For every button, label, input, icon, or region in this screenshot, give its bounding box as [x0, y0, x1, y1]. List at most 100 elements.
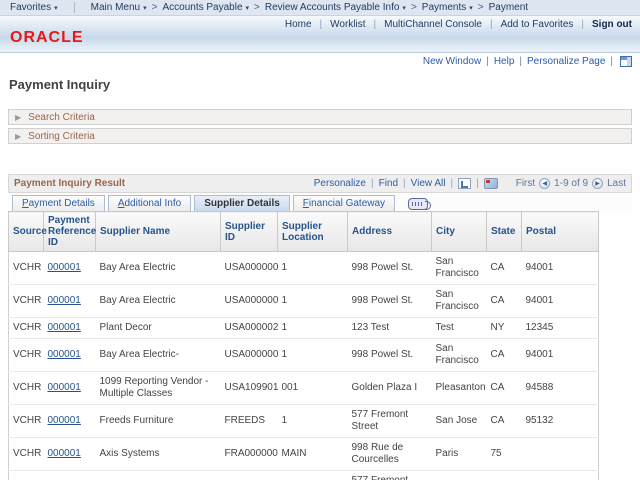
view-all-link[interactable]: View All: [411, 178, 446, 189]
payment-reference-link[interactable]: 000001: [48, 295, 81, 306]
cell-supplier-id: USA0000001: [221, 285, 278, 318]
favorites-menu[interactable]: Favorites▾: [10, 2, 58, 13]
chevron-down-icon: ▾: [143, 5, 147, 12]
result-tabs: Payment Details Additional Info Supplier…: [8, 193, 632, 211]
breadcrumb-item[interactable]: Accounts Payable▾: [162, 2, 249, 13]
link-separator: |: [451, 178, 454, 189]
tab-supplier-details[interactable]: Supplier Details: [194, 195, 290, 211]
find-link[interactable]: Find: [379, 178, 398, 189]
table-row: VCHR000001Bay Area ElectricUSA0000001199…: [9, 252, 599, 285]
download-to-excel-icon[interactable]: [484, 178, 498, 189]
portal-link[interactable]: Home: [285, 19, 312, 30]
column-header[interactable]: Payment Reference ID: [44, 212, 96, 252]
help-link[interactable]: Help: [494, 56, 515, 67]
pagination-last-label[interactable]: Last: [607, 178, 626, 189]
search-criteria-section[interactable]: ▶ Search Criteria: [8, 109, 632, 125]
cell-supplier-name: Bay Area Electric-: [96, 339, 221, 372]
cell-city: San Francisco: [432, 339, 487, 372]
chevron-down-icon: ▾: [54, 5, 58, 12]
page-grid-icon[interactable]: [620, 56, 632, 67]
breadcrumb-item[interactable]: Review Accounts Payable Info▾: [265, 2, 406, 13]
cell-address: 123 Test: [348, 318, 432, 339]
payment-reference-link[interactable]: 000001: [48, 262, 81, 273]
table-row: VCHR000001Bay Area ElectricUSA0000001199…: [9, 285, 599, 318]
sign-out-link[interactable]: Sign out: [592, 19, 632, 30]
cell-address: Golden Plaza I: [348, 372, 432, 405]
cell-city: San Jose: [432, 405, 487, 438]
cell-supplier-location: 1: [278, 405, 348, 438]
sorting-criteria-section[interactable]: ▶ Sorting Criteria: [8, 128, 632, 144]
breadcrumb-separator: >: [478, 2, 484, 13]
personalize-link[interactable]: Personalize: [314, 178, 366, 189]
previous-page-icon[interactable]: ◀: [539, 178, 550, 189]
cell-city: San Francisco: [432, 285, 487, 318]
next-page-icon[interactable]: ▶: [592, 178, 603, 189]
breadcrumb-item[interactable]: Payments▾: [422, 2, 473, 13]
cell-postal: [522, 438, 599, 471]
payment-reference-link[interactable]: 000001: [48, 322, 81, 333]
link-separator: |: [581, 19, 584, 30]
cell-supplier-location: 1: [278, 318, 348, 339]
cell-supplier-location: 001: [278, 372, 348, 405]
tab-payment-details[interactable]: Payment Details: [12, 195, 105, 211]
link-separator: |: [371, 178, 374, 189]
result-header-bar: Payment Inquiry Result Personalize | Fin…: [8, 174, 632, 193]
page-title: Payment Inquiry: [9, 77, 640, 92]
cell-source: VCHR: [9, 405, 44, 438]
cell-supplier-id: FRA0000001: [221, 438, 278, 471]
cell-address: 998 Powel St.: [348, 252, 432, 285]
breadcrumb-separator: >: [152, 2, 158, 13]
cell-supplier-name: Bay Area Electric: [96, 285, 221, 318]
cell-address: 998 Powel St.: [348, 339, 432, 372]
breadcrumb-item[interactable]: Main Menu▾: [91, 2, 147, 13]
payment-reference-link[interactable]: 000001: [48, 448, 81, 459]
cell-source: VCHR: [9, 252, 44, 285]
payment-reference-link[interactable]: 000001: [48, 349, 81, 360]
column-header[interactable]: City: [432, 212, 487, 252]
portal-link[interactable]: Add to Favorites: [501, 19, 574, 30]
column-header[interactable]: Supplier Name: [96, 212, 221, 252]
cell-source: VCHR: [9, 339, 44, 372]
column-header[interactable]: State: [487, 212, 522, 252]
table-body: VCHR000001Bay Area ElectricUSA0000001199…: [9, 252, 599, 480]
breadcrumb-item[interactable]: Payment: [489, 2, 528, 13]
pagination-first-label[interactable]: First: [516, 178, 535, 189]
column-header[interactable]: Supplier Location: [278, 212, 348, 252]
column-header[interactable]: Postal: [522, 212, 599, 252]
cell-state: CA: [487, 405, 522, 438]
cell-supplier-location: MAIN: [278, 438, 348, 471]
personalize-page-link[interactable]: Personalize Page: [527, 56, 605, 67]
cell-city: San Francisco: [432, 252, 487, 285]
portal-link[interactable]: MultiChannel Console: [384, 19, 482, 30]
column-header[interactable]: Source: [9, 212, 44, 252]
cell-postal: 95132: [522, 405, 599, 438]
breadcrumb-divider: [74, 2, 75, 13]
tab-additional-info[interactable]: Additional Info: [108, 195, 191, 211]
show-all-columns-icon[interactable]: [408, 198, 428, 210]
result-toolbar: Personalize | Find | View All | | First …: [314, 178, 626, 189]
new-window-link[interactable]: New Window: [423, 56, 481, 67]
breadcrumb-separator: >: [411, 2, 417, 13]
header-band: Home|Worklist|MultiChannel Console|Add t…: [0, 16, 640, 53]
zoom-popup-icon[interactable]: [458, 178, 471, 189]
expand-arrow-icon: ▶: [15, 113, 21, 122]
cell-address: 577 Fremont Street: [348, 405, 432, 438]
cell-supplier-location: 1: [278, 471, 348, 480]
payment-reference-link[interactable]: 000001: [48, 415, 81, 426]
table-row: VCHR000001Plant DecorUSA00000211123 Test…: [9, 318, 599, 339]
expand-arrow-icon: ▶: [15, 132, 21, 141]
cell-city: Paris: [432, 438, 487, 471]
chevron-down-icon: ▾: [246, 5, 250, 12]
cell-supplier-name: Freeds Furniture: [96, 471, 221, 480]
tab-financial-gateway[interactable]: Financial Gateway: [293, 195, 395, 211]
cell-supplier-name: Bay Area Electric: [96, 252, 221, 285]
portal-link[interactable]: Worklist: [330, 19, 365, 30]
cell-supplier-id: USA0000001: [221, 252, 278, 285]
link-separator: |: [320, 19, 323, 30]
payment-reference-link[interactable]: 000001: [48, 382, 81, 393]
cell-address: 998 Powel St.: [348, 285, 432, 318]
column-header[interactable]: Address: [348, 212, 432, 252]
column-header[interactable]: Supplier ID: [221, 212, 278, 252]
cell-source: VCHR: [9, 318, 44, 339]
link-separator: |: [519, 56, 522, 67]
